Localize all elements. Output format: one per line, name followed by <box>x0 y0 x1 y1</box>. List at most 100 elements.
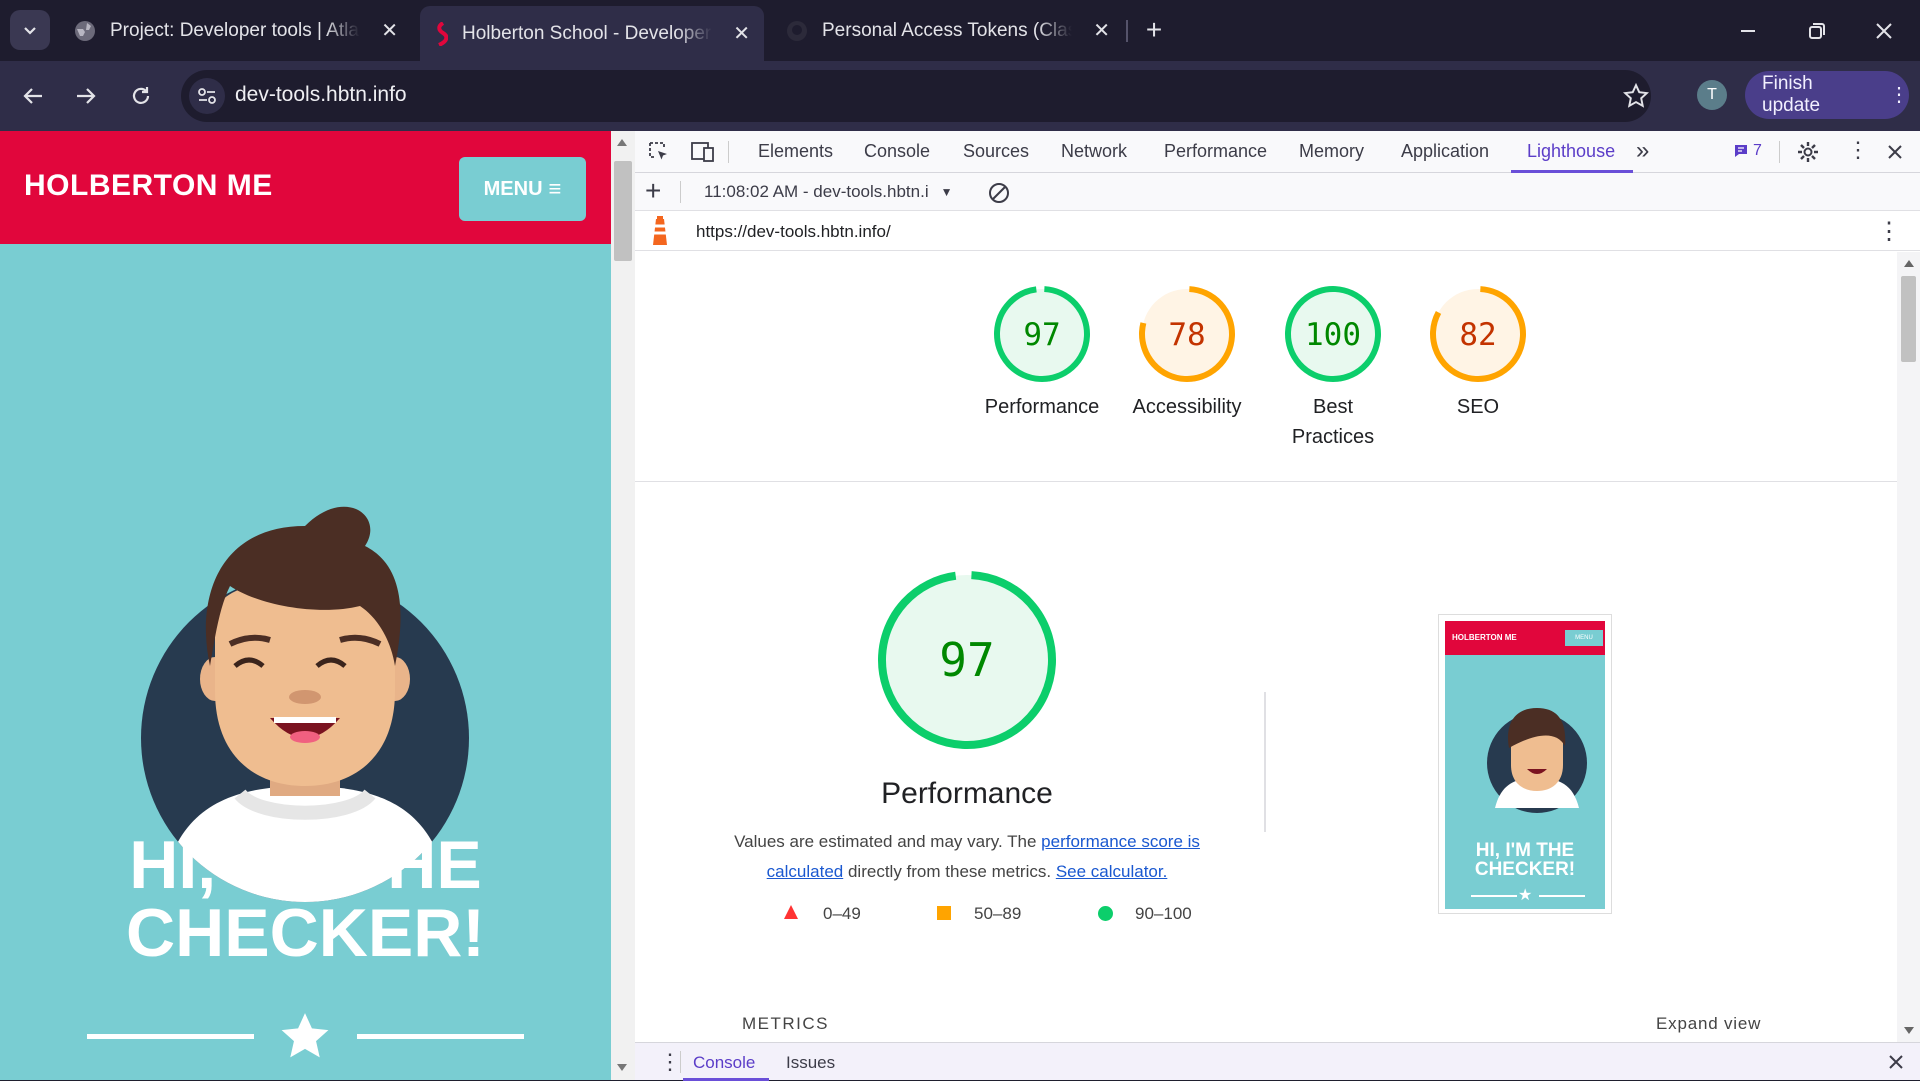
address-bar[interactable]: dev-tools.hbtn.info <box>181 70 1651 122</box>
hero-line-2: CHECKER! <box>126 895 485 971</box>
tab-memory[interactable]: Memory <box>1299 141 1364 162</box>
close-icon[interactable]: ✕ <box>733 21 750 46</box>
url-text[interactable]: dev-tools.hbtn.info <box>235 83 407 107</box>
expand-view-toggle[interactable]: Expand view <box>1656 1014 1761 1034</box>
new-tab-button[interactable]: + <box>1138 12 1170 48</box>
tab-network[interactable]: Network <box>1061 141 1127 162</box>
tab-separator <box>1126 20 1128 42</box>
more-tabs-icon[interactable]: » <box>1636 137 1649 165</box>
tab-performance[interactable]: Performance <box>1164 141 1267 162</box>
restore-button[interactable] <box>1796 16 1836 46</box>
tab-console[interactable]: Console <box>864 141 930 162</box>
toolbar-divider <box>680 1051 681 1073</box>
devtools-tabbar: Elements Console Sources Network Perform… <box>635 131 1920 173</box>
tab-application[interactable]: Application <box>1401 141 1489 162</box>
final-screenshot[interactable]: HOLBERTON ME MENU HI, I'M THE CHECKER! ★ <box>1438 614 1612 914</box>
tab-elements[interactable]: Elements <box>758 141 833 162</box>
scrollbar-thumb[interactable] <box>1901 276 1916 362</box>
link-text: performance score <box>1041 832 1183 851</box>
scrollbar-thumb[interactable] <box>614 161 632 261</box>
vertical-divider <box>1264 692 1266 832</box>
profile-avatar[interactable]: T <box>1697 80 1727 110</box>
minimize-button[interactable] <box>1728 16 1768 46</box>
menu-label: MENU <box>483 177 543 200</box>
close-icon <box>1876 23 1892 39</box>
fail-triangle-icon <box>784 905 798 919</box>
clear-reports-icon[interactable] <box>987 181 1011 205</box>
scroll-up-icon[interactable] <box>617 139 627 146</box>
gauge-score-performance-large: 97 <box>939 633 994 687</box>
screenshot-frame: HOLBERTON ME MENU HI, I'M THE CHECKER! ★ <box>1445 621 1605 909</box>
close-drawer-icon[interactable] <box>1887 1053 1905 1071</box>
lighthouse-toolbar: + 11:08:02 AM - dev-tools.hbtn.i ▼ <box>635 173 1920 211</box>
drawer-menu-icon[interactable]: ⋮ <box>659 1049 681 1075</box>
toolbar-divider <box>1779 141 1780 163</box>
settings-gear-icon[interactable] <box>1796 140 1820 164</box>
scroll-up-icon[interactable] <box>1904 260 1914 267</box>
message-icon <box>1735 145 1747 157</box>
report-scrollbar[interactable] <box>1897 252 1920 1042</box>
tab-title: Holberton School - Developer tools <box>462 22 712 44</box>
gauge-label-line: Best <box>1312 396 1354 418</box>
tab-search-button[interactable] <box>10 10 50 50</box>
reload-icon <box>132 87 150 104</box>
scroll-down-icon[interactable] <box>617 1064 627 1071</box>
menu-button[interactable]: MENU ≡ <box>459 157 586 221</box>
tab-strip: Project: Developer tools | Atlas ✕ Holbe… <box>0 0 1920 61</box>
forward-button[interactable] <box>67 77 105 115</box>
legend-pass: 90–100 <box>1135 904 1192 923</box>
star-icon <box>281 1013 329 1058</box>
gauge-score-accessibility: 78 <box>1168 317 1205 353</box>
chevron-down-icon <box>24 27 36 35</box>
close-icon[interactable]: ✕ <box>381 18 398 43</box>
github-icon <box>787 20 807 41</box>
gauge-label-seo: SEO <box>1456 396 1500 418</box>
more-options-icon[interactable]: ⋮ <box>1847 137 1869 163</box>
drawer-tab-issues[interactable]: Issues <box>786 1053 835 1073</box>
page-scrollbar[interactable] <box>611 131 635 1080</box>
tab-github[interactable]: Personal Access Tokens (Classic) ✕ <box>772 8 1124 53</box>
tab-holberton[interactable]: Holberton School - Developer tools ✕ <box>420 6 764 61</box>
thumb-divider <box>1471 895 1517 897</box>
thumb-header: HOLBERTON ME MENU <box>1445 621 1605 655</box>
section-divider <box>635 481 1897 482</box>
tab-lighthouse[interactable]: Lighthouse <box>1527 141 1615 162</box>
thumb-divider <box>1539 895 1585 897</box>
back-button[interactable] <box>14 77 52 115</box>
report-selector[interactable]: 11:08:02 AM - dev-tools.hbtn.i ▼ <box>704 182 953 202</box>
more-vert-icon: ⋮ <box>1889 84 1909 106</box>
thumb-avatar <box>1487 708 1587 813</box>
see-calculator-link[interactable]: See calculator. <box>1056 862 1168 881</box>
site-info-button[interactable] <box>189 78 225 114</box>
tab-sources[interactable]: Sources <box>963 141 1029 162</box>
inspect-element-icon[interactable] <box>647 140 671 164</box>
site-brand[interactable]: HOLBERTON ME <box>24 169 273 203</box>
report-url[interactable]: https://dev-tools.hbtn.info/ <box>696 222 891 242</box>
performance-gauge-large: 97 <box>878 571 1056 749</box>
reload-button[interactable] <box>122 77 160 115</box>
legend-average: 50–89 <box>974 904 1022 923</box>
device-toolbar-icon[interactable] <box>690 140 716 164</box>
devtools-drawer-tabs: ⋮ Console Issues <box>635 1042 1920 1081</box>
close-window-button[interactable] <box>1864 16 1904 46</box>
finish-update-button[interactable]: Finish update ⋮ <box>1745 71 1909 119</box>
gauge-label-best-practices: Best Practices <box>1263 392 1403 452</box>
close-devtools-icon[interactable] <box>1885 142 1905 162</box>
scroll-down-icon[interactable] <box>1904 1027 1914 1034</box>
gauge-label-performance: Performance <box>984 396 1100 418</box>
report-menu-icon[interactable]: ⋮ <box>1877 217 1901 246</box>
close-icon[interactable]: ✕ <box>1093 18 1110 43</box>
divider-line <box>87 1034 254 1039</box>
issues-counter[interactable]: 7 <box>1733 142 1762 160</box>
divider-line <box>357 1034 524 1039</box>
drawer-tab-console[interactable]: Console <box>693 1053 755 1073</box>
performance-title: Performance <box>881 777 1053 810</box>
metrics-heading: METRICS <box>742 1014 829 1033</box>
new-report-icon[interactable]: + <box>645 175 661 207</box>
tab-atlas[interactable]: Project: Developer tools | Atlas ✕ <box>60 8 412 53</box>
site-header: HOLBERTON ME MENU ≡ <box>0 131 611 244</box>
arrow-left-icon <box>23 88 42 104</box>
bookmark-star-icon[interactable] <box>1623 83 1649 109</box>
report-selector-value: 11:08:02 AM - dev-tools.hbtn.i <box>704 182 929 201</box>
thumb-line-2: CHECKER! <box>1474 859 1576 880</box>
